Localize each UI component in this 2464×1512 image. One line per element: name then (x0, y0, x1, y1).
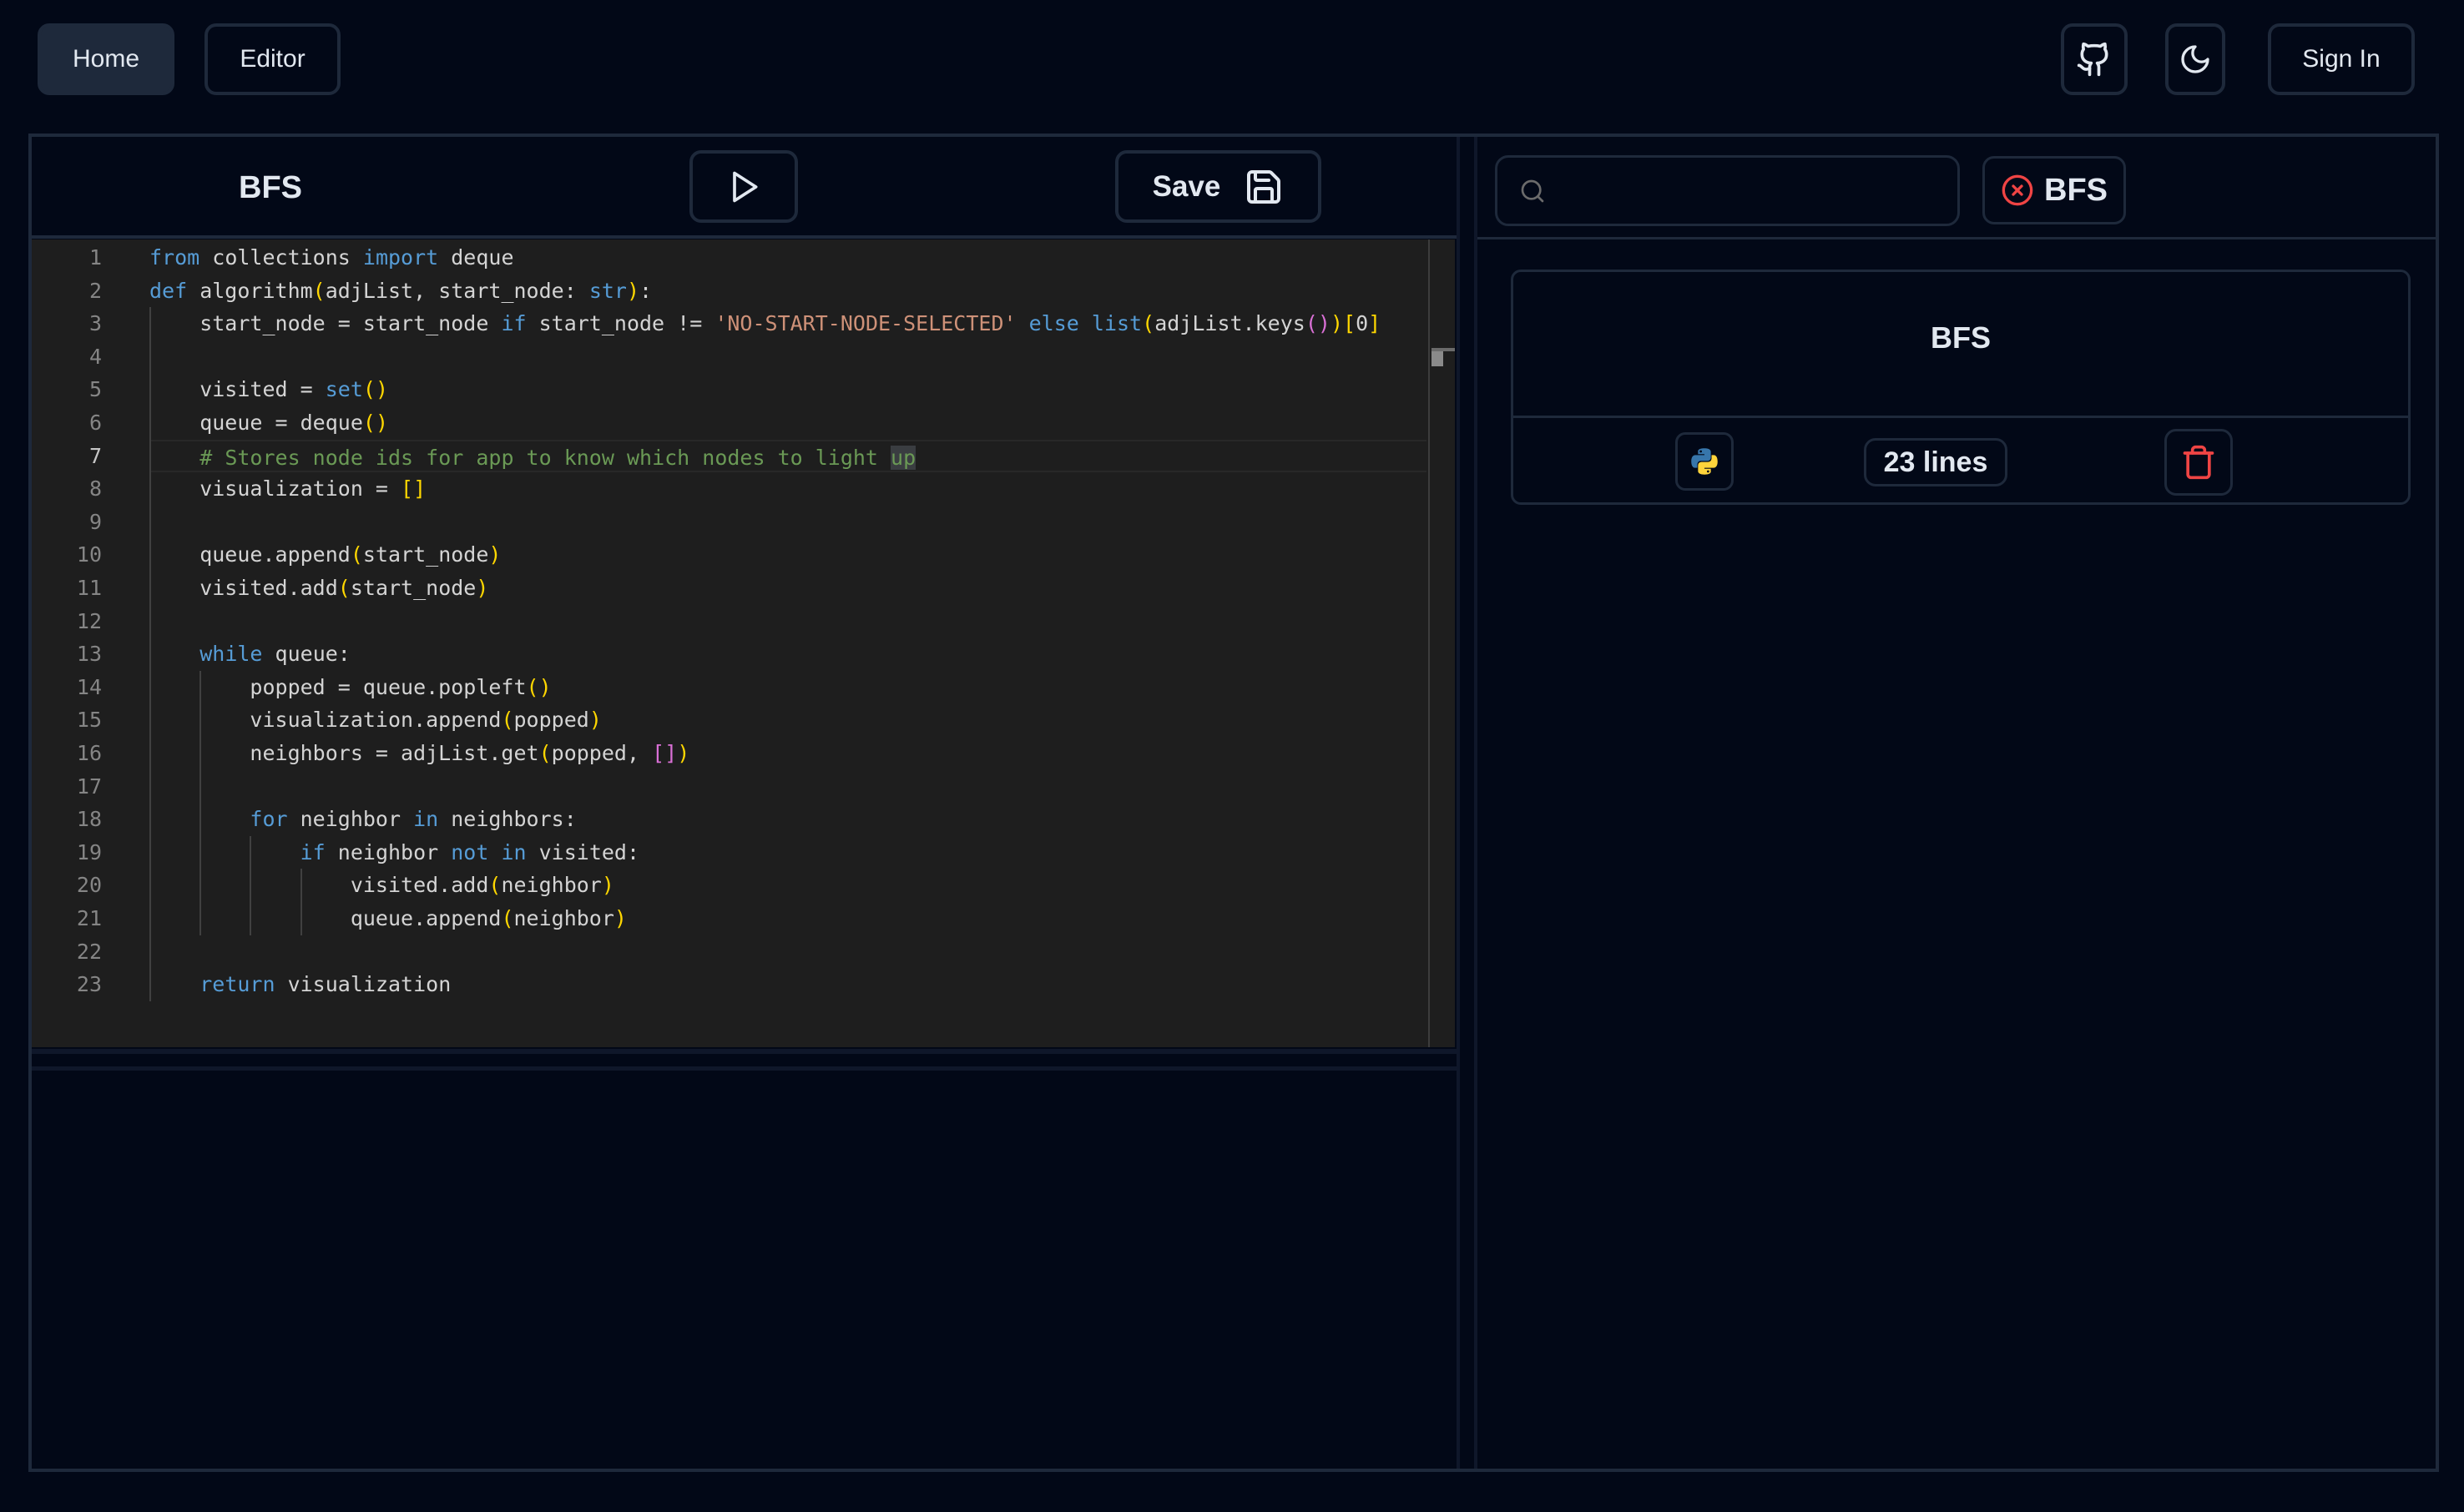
code-line[interactable]: for neighbor in neighbors: (149, 803, 1426, 836)
search-icon (1521, 179, 1544, 202)
code-area[interactable]: from collections import deque def algorit… (149, 239, 1426, 1047)
language-badge (1675, 432, 1734, 491)
code-line[interactable]: if neighbor not in visited: (149, 836, 1426, 869)
moon-icon (2181, 45, 2209, 73)
line-number: 21 (76, 906, 102, 930)
theme-toggle-button[interactable] (2165, 23, 2225, 95)
nav-home-button[interactable]: Home (38, 23, 174, 95)
line-number: 4 (88, 344, 102, 369)
line-number-gutter: 1 2 3 4 5 6 7 8 9 10 11 12 13 14 15 16 17 18 19 20 21 22 23 (32, 239, 132, 1047)
indent-guide (199, 670, 202, 935)
save-button[interactable]: Save (1115, 150, 1321, 223)
code-line[interactable]: queue.append(start_node) (149, 538, 1426, 572)
code-line[interactable]: visualization.append(popped) (149, 703, 1426, 737)
code-line[interactable] (149, 935, 1426, 969)
line-number: 16 (76, 741, 102, 765)
code-line[interactable] (149, 506, 1426, 539)
editor-section: BFS Save 1 2 3 4 5 6 7 8 9 10 11 12 13 14 15 16 17 18 19 20… (32, 137, 1458, 1469)
code-line[interactable] (149, 770, 1426, 804)
line-number: 14 (76, 674, 102, 699)
editor-scrollbar[interactable] (1428, 239, 1455, 1047)
nav-editor-label: Editor (240, 45, 305, 73)
card-divider (1513, 416, 2408, 418)
line-number: 9 (88, 509, 102, 534)
x-circle-icon[interactable] (2001, 174, 2034, 207)
sign-in-label: Sign In (2302, 45, 2381, 73)
code-line[interactable]: queue = deque() (149, 406, 1426, 440)
line-number: 20 (76, 873, 102, 898)
github-button[interactable] (2061, 23, 2128, 95)
code-line[interactable]: def algorithm(adjList, start_node: str): (149, 275, 1426, 308)
line-number: 23 (76, 972, 102, 997)
line-number: 6 (88, 411, 102, 435)
line-number: 7 (88, 443, 102, 468)
line-number: 18 (76, 807, 102, 832)
run-button[interactable] (689, 150, 798, 223)
overview-ruler-cursor (1431, 351, 1443, 366)
editor-bottom-border (32, 1049, 1458, 1054)
python-logo-icon (1691, 448, 1718, 475)
line-number: 17 (76, 774, 102, 799)
search-box[interactable] (1495, 155, 1960, 226)
line-number: 13 (76, 642, 102, 667)
line-number: 22 (76, 939, 102, 964)
workspace-frame: BFS Save 1 2 3 4 5 6 7 8 9 10 11 12 13 14 15 16 17 18 19 20… (28, 134, 2439, 1472)
output-panel (32, 1071, 1458, 1469)
code-line[interactable]: neighbors = adjList.get(popped, []) (149, 737, 1426, 770)
line-number: 12 (76, 608, 102, 633)
line-count-badge: 23 lines (1864, 438, 2007, 486)
code-line[interactable]: visualization = [] (149, 472, 1426, 506)
code-line[interactable]: start_node = start_node if start_node !=… (149, 307, 1426, 340)
code-line[interactable]: visited = set() (149, 373, 1426, 406)
delete-button[interactable] (2164, 429, 2233, 496)
line-number: 19 (76, 839, 102, 864)
library-header: BFS (1477, 137, 2436, 239)
code-line[interactable]: from collections import deque (149, 241, 1426, 275)
algorithm-card-title: BFS (1931, 320, 1991, 355)
code-line[interactable]: popped = queue.popleft() (149, 671, 1426, 704)
play-icon (733, 171, 758, 202)
github-icon (2077, 42, 2108, 77)
trash-icon (2183, 445, 2214, 480)
code-line[interactable]: queue.append(neighbor) (149, 902, 1426, 935)
save-label: Save (1152, 169, 1221, 203)
indent-guide (149, 307, 151, 1001)
code-line[interactable]: visited.add(neighbor) (149, 869, 1426, 902)
panel-divider (1457, 137, 1460, 1469)
sign-in-button[interactable]: Sign In (2268, 23, 2415, 95)
code-line[interactable] (149, 605, 1426, 638)
library-section: BFS BFS 23 lines (1477, 137, 2436, 1469)
line-number: 11 (76, 576, 102, 600)
code-line[interactable]: # Stores node ids for app to know which … (149, 439, 1426, 473)
search-input[interactable] (1559, 177, 1943, 204)
indent-guide (250, 835, 252, 935)
line-number: 1 (88, 245, 102, 270)
nav-editor-button[interactable]: Editor (204, 23, 341, 95)
editor-header: BFS Save (32, 137, 1458, 239)
algorithm-card[interactable]: BFS 23 lines (1511, 270, 2411, 505)
line-number: 2 (88, 278, 102, 303)
active-filter-chip[interactable]: BFS (1982, 156, 2126, 224)
line-number: 3 (88, 311, 102, 336)
line-number: 5 (88, 377, 102, 402)
code-line[interactable]: visited.add(start_node) (149, 572, 1426, 605)
line-number: 10 (76, 542, 102, 567)
code-line[interactable] (149, 340, 1426, 374)
code-line[interactable]: return visualization (149, 968, 1426, 1001)
algorithm-title: BFS (239, 170, 302, 205)
active-filter-label: BFS (2044, 172, 2108, 208)
line-number: 15 (76, 708, 102, 733)
indent-guide (300, 869, 302, 935)
code-editor[interactable]: 1 2 3 4 5 6 7 8 9 10 11 12 13 14 15 16 17 18 19 20 21 22 23 fr… (32, 239, 1455, 1047)
nav-home-label: Home (72, 45, 140, 73)
floppy-disk-icon (1247, 169, 1281, 204)
line-number: 8 (88, 476, 102, 501)
code-line[interactable]: while queue: (149, 638, 1426, 671)
